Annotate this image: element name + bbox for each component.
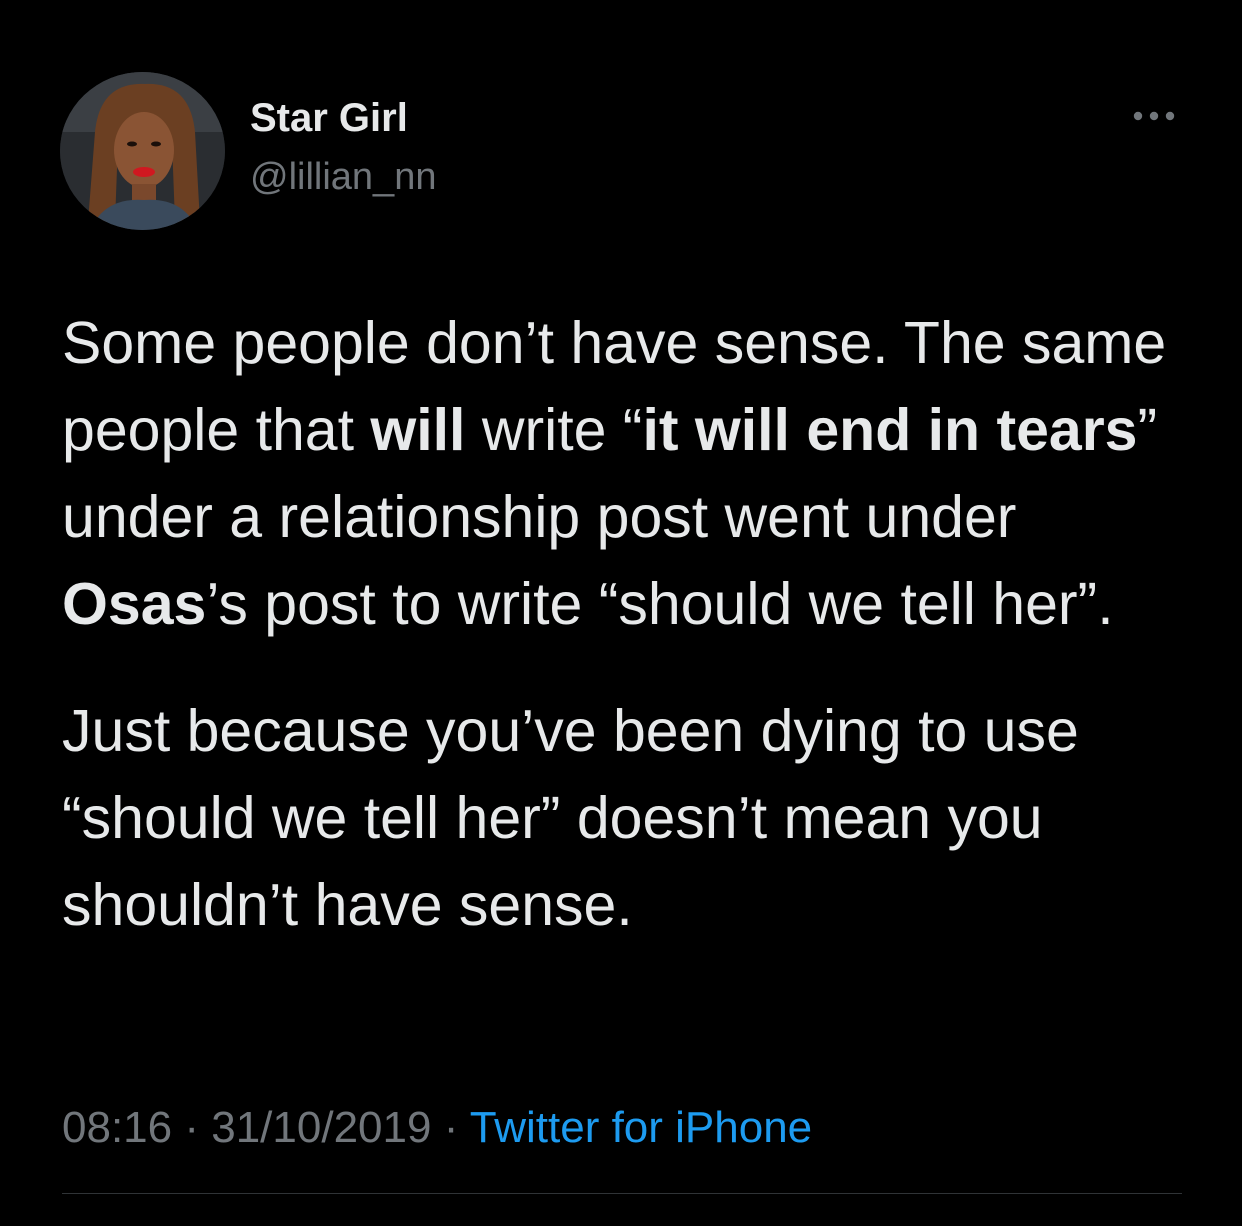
bold-segment: will — [370, 397, 466, 463]
divider — [62, 1193, 1182, 1194]
bold-segment: Osas — [62, 571, 207, 637]
tweet-time[interactable]: 08:16 — [62, 1103, 172, 1152]
tweet-paragraph-2: Just because you’ve been dying to use “s… — [62, 698, 1079, 938]
tweet-date[interactable]: 31/10/2019 — [211, 1103, 431, 1152]
avatar-photo-icon — [60, 72, 225, 230]
tweet-paragraph-1: Some people don’t have sense. The same p… — [62, 300, 1212, 648]
text-segment: ’s post to write “should we tell her”. — [206, 571, 1114, 637]
meta-separator: · — [184, 1103, 199, 1152]
more-horizontal-icon — [1133, 111, 1175, 121]
tweet-source-link[interactable]: Twitter for iPhone — [470, 1103, 812, 1152]
tweet: Star Girl @lillian_nn Some people don’t … — [0, 0, 1242, 1226]
more-options-button[interactable] — [1124, 96, 1184, 136]
avatar[interactable] — [60, 72, 225, 230]
user-handle[interactable]: @lillian_nn — [250, 152, 436, 202]
text-segment: write “ — [465, 397, 643, 463]
bold-segment: it will end in tears — [642, 397, 1138, 463]
meta-separator: · — [443, 1103, 459, 1152]
tweet-meta: 08:16 · 31/10/2019 · Twitter for iPhone — [62, 1100, 812, 1156]
display-name[interactable]: Star Girl — [250, 92, 408, 144]
tweet-text: Some people don’t have sense. The same p… — [62, 300, 1212, 949]
